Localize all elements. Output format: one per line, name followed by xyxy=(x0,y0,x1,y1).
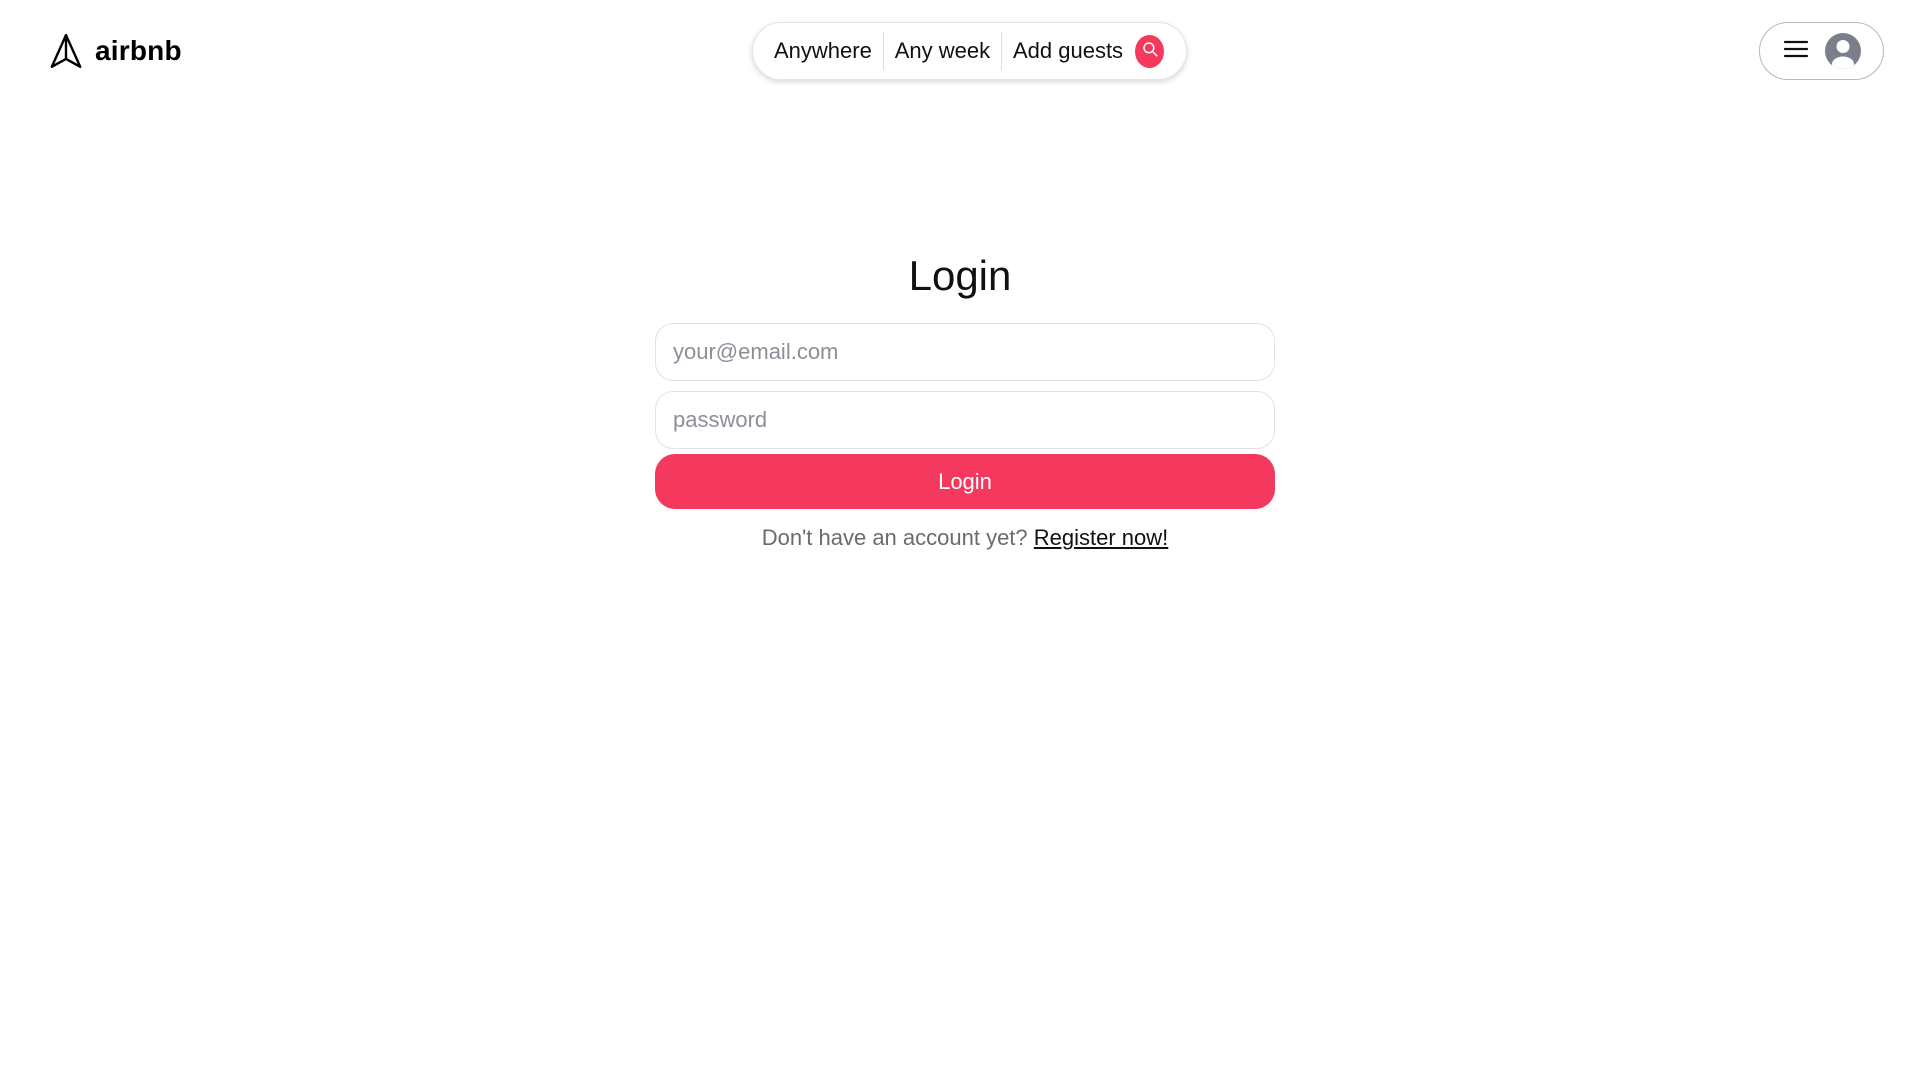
divider xyxy=(882,32,884,70)
register-link[interactable]: Register now! xyxy=(1034,525,1169,550)
logo-link[interactable]: airbnb xyxy=(47,32,182,70)
search-when[interactable]: Any week xyxy=(895,38,990,64)
divider xyxy=(1001,32,1002,70)
search-icon xyxy=(1141,40,1159,63)
search-guests[interactable]: Add guests xyxy=(1013,38,1123,64)
logo-text: airbnb xyxy=(95,35,182,66)
paper-plane-icon xyxy=(47,32,85,70)
header: airbnb Anywhere Any week Add guests xyxy=(0,0,1920,104)
user-avatar-icon xyxy=(1824,33,1861,69)
page-title: Login xyxy=(908,252,1012,299)
login-section: Login Login Don't have an account yet? R… xyxy=(0,240,1920,550)
register-prompt: Don't have an account yet? Register now! xyxy=(655,525,1275,551)
user-menu-button[interactable] xyxy=(1759,22,1884,80)
password-input[interactable] xyxy=(655,391,1275,449)
search-where[interactable]: Anywhere xyxy=(774,38,872,64)
email-input[interactable] xyxy=(655,323,1275,381)
search-bar[interactable]: Anywhere Any week Add guests xyxy=(752,22,1187,80)
hamburger-menu-icon xyxy=(1783,38,1809,65)
register-prompt-text: Don't have an account yet? xyxy=(761,525,1034,550)
login-button[interactable]: Login xyxy=(655,454,1275,509)
login-form: Login Don't have an account yet? Registe… xyxy=(655,323,1275,551)
search-button[interactable] xyxy=(1135,34,1164,68)
